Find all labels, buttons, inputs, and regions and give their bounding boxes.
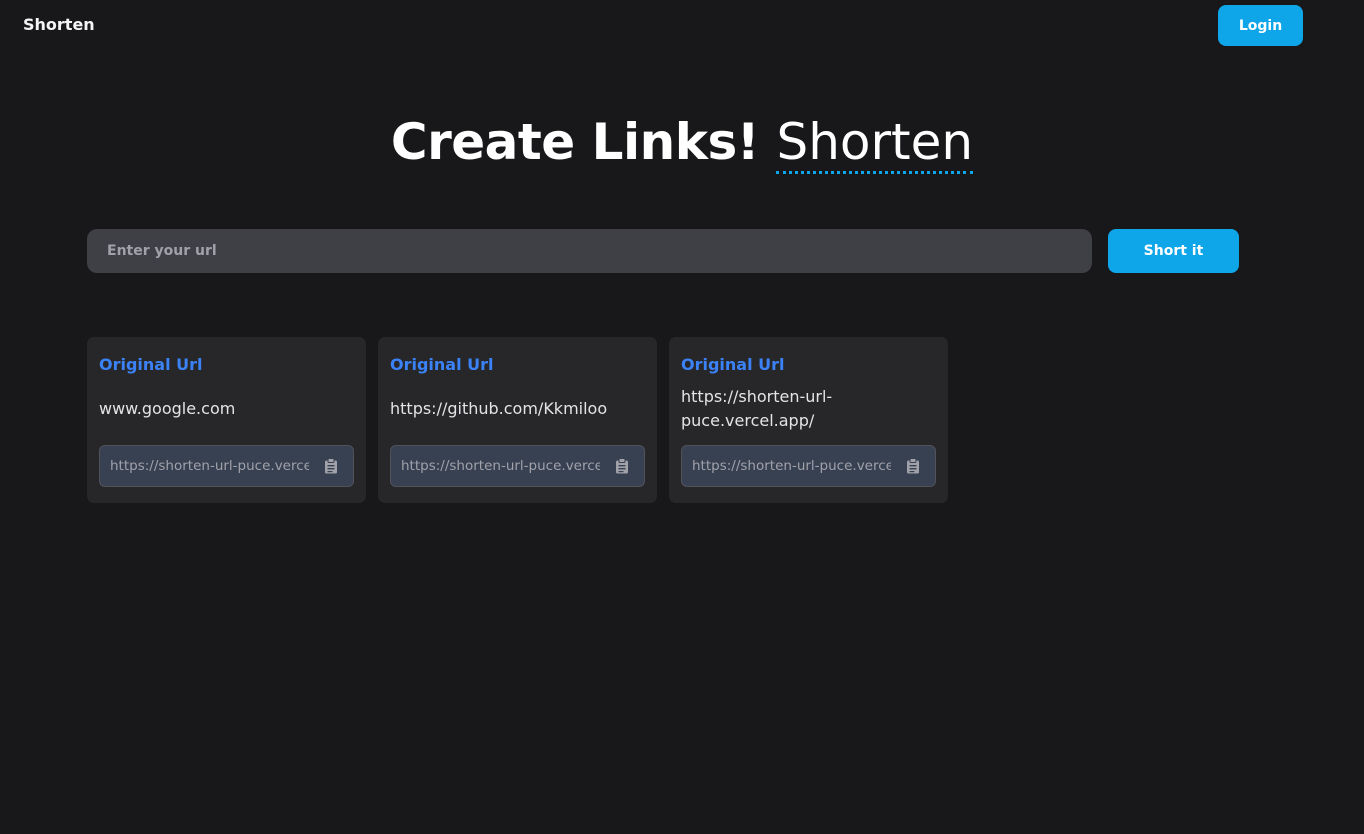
page-title: Create Links! Shorten [0, 112, 1364, 174]
clipboard-icon[interactable] [309, 458, 353, 474]
short-url-text[interactable]: https://shorten-url-puce.vercel. [682, 458, 891, 474]
clipboard-icon[interactable] [600, 458, 644, 474]
short-url-field[interactable]: https://shorten-url-puce.vercel. [99, 445, 354, 487]
title-strong: Create Links! [390, 113, 760, 171]
clipboard-icon[interactable] [891, 458, 935, 474]
original-url: https://github.com/Kkmiloo [390, 399, 608, 418]
link-card: Original Url https://github.com/Kkmiloo … [378, 337, 657, 503]
brand-logo[interactable]: Shorten [23, 15, 95, 34]
title-accent: Shorten [776, 113, 974, 174]
short-url-field[interactable]: https://shorten-url-puce.vercel. [390, 445, 645, 487]
link-cards: Original Url www.google.com https://shor… [87, 337, 948, 503]
original-url-line: puce.vercel.app/ [681, 411, 815, 430]
login-button[interactable]: Login [1218, 5, 1303, 46]
original-url: https://shorten-url- puce.vercel.app/ [681, 385, 921, 433]
card-title: Original Url [99, 355, 203, 374]
short-it-button[interactable]: Short it [1108, 229, 1239, 273]
original-url-line: https://shorten-url- [681, 387, 833, 406]
link-card: Original Url https://shorten-url- puce.v… [669, 337, 948, 503]
original-url: www.google.com [99, 399, 236, 418]
short-url-text[interactable]: https://shorten-url-puce.vercel. [100, 458, 309, 474]
card-title: Original Url [390, 355, 494, 374]
short-url-field[interactable]: https://shorten-url-puce.vercel. [681, 445, 936, 487]
card-title: Original Url [681, 355, 785, 374]
navbar: Shorten Login [0, 0, 1364, 52]
link-card: Original Url www.google.com https://shor… [87, 337, 366, 503]
short-url-text[interactable]: https://shorten-url-puce.vercel. [391, 458, 600, 474]
url-input[interactable] [87, 229, 1092, 273]
